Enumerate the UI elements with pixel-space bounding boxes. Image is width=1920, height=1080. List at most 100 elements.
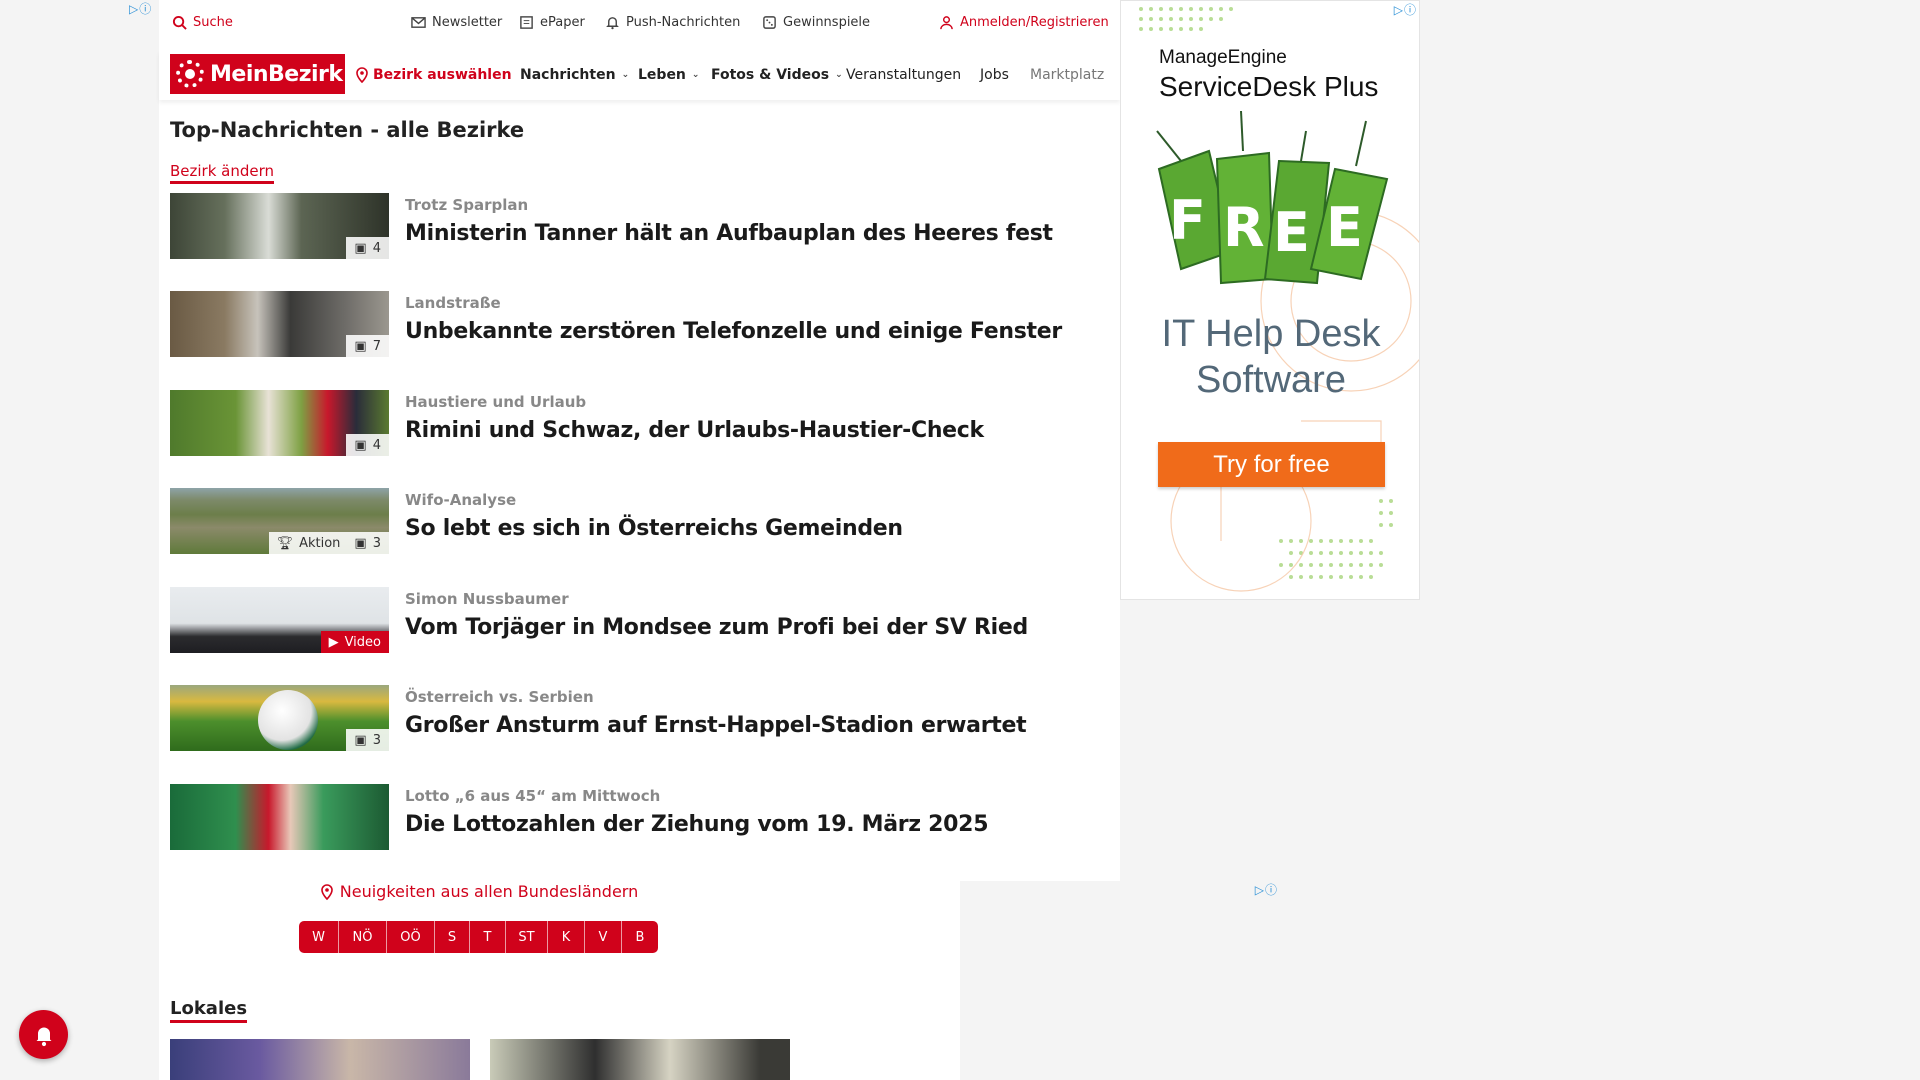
play-icon: ▶ (328, 634, 339, 650)
search-label: Suche (193, 15, 233, 30)
article-kicker: Trotz Sparplan (405, 196, 529, 214)
svg-text:E: E (1273, 201, 1310, 264)
notification-bell-button[interactable] (19, 1010, 68, 1059)
bundeslaender-link[interactable]: Neuigkeiten aus allen Bundesländern (159, 882, 799, 901)
advertisement-skyscraper[interactable]: ▷ⓘ FREE ManageEngine ServiceDesk Plus IT… (1120, 0, 1420, 600)
bundesland-button-v[interactable]: V (585, 921, 622, 953)
article-title[interactable]: Ministerin Tanner hält an Aufbauplan des… (405, 221, 1053, 246)
article-item[interactable]: ▣ 3 Österreich vs. Serbien Großer Ansturm… (170, 685, 1070, 751)
utility-bar: Suche Newsletter ePaper Push-Nachrichten… (159, 0, 1120, 46)
gallery-count: 4 (372, 240, 381, 256)
lokales-card-image[interactable] (490, 1039, 790, 1080)
bundesland-button-ooe[interactable]: OÖ (387, 921, 435, 953)
article-thumbnail[interactable]: ▣ 4 (170, 193, 389, 259)
bundesland-button-w[interactable]: W (299, 921, 339, 953)
chevron-down-icon: ⌄ (835, 70, 843, 80)
gewinnspiele-label: Gewinnspiele (783, 15, 871, 30)
article-kicker: Österreich vs. Serbien (405, 688, 594, 706)
article-thumbnail[interactable]: 🏆︎ Aktion ▣ 3 (170, 488, 389, 554)
gallery-count-badge: ▣ 4 (346, 237, 389, 259)
article-thumbnail[interactable] (170, 784, 389, 850)
nav-nachrichten[interactable]: Nachrichten ⌄ (520, 67, 629, 83)
page-title: Top-Nachrichten - alle Bezirke (170, 118, 525, 142)
ad-slot-empty: ▷ⓘ (960, 881, 1280, 1080)
search-link[interactable]: Suche (172, 15, 233, 30)
article-kicker: Landstraße (405, 294, 501, 312)
nav-marktplatz-label: Marktplatz (1030, 67, 1105, 83)
epaper-label: ePaper (540, 15, 585, 30)
location-pin-icon (320, 883, 333, 900)
bundesland-button-noe[interactable]: NÖ (339, 921, 387, 953)
article-title[interactable]: Die Lottozahlen der Ziehung vom 19. März… (405, 812, 989, 837)
newspaper-icon (520, 16, 533, 29)
gewinnspiele-link[interactable]: Gewinnspiele (762, 15, 870, 30)
nav-jobs[interactable]: Jobs (980, 67, 1009, 83)
epaper-link[interactable]: ePaper (519, 15, 585, 30)
article-kicker: Simon Nussbaumer (405, 590, 569, 608)
article-title[interactable]: Unbekannte zerstören Telefonzelle und ei… (405, 319, 1062, 344)
nav-leben[interactable]: Leben ⌄ (638, 67, 699, 83)
lokales-heading: Lokales (170, 998, 248, 1023)
gallery-count-badge: ▣ 4 (346, 434, 389, 456)
article-title[interactable]: Vom Torjäger in Mondsee zum Profi bei de… (405, 615, 1028, 640)
nav-fotos-videos[interactable]: Fotos & Videos ⌄ (711, 67, 843, 83)
push-label: Push-Nachrichten (626, 15, 741, 30)
football-graphic (258, 690, 318, 750)
gallery-count: 3 (372, 535, 381, 551)
bundesland-button-s[interactable]: S (435, 921, 470, 953)
lokales-card-image[interactable] (170, 1039, 470, 1080)
gallery-count-badge: ▣ 7 (346, 335, 389, 357)
article-title[interactable]: So lebt es sich in Österreichs Gemeinden (405, 516, 903, 541)
nav-veranstaltungen-label: Veranstaltungen (846, 67, 962, 83)
bundesland-button-b[interactable]: B (622, 921, 658, 953)
nav-marktplatz[interactable]: Marktplatz (1030, 67, 1104, 83)
article-item[interactable]: ▣ 4 Haustiere und Urlaub Rimini und Schwa… (170, 390, 1070, 456)
article-kicker: Wifo-Analyse (405, 491, 517, 509)
adchoices-icon[interactable]: ▷ⓘ (1255, 881, 1278, 898)
article-item[interactable]: Lotto „6 aus 45“ am Mittwoch Die Lottoza… (170, 784, 1070, 850)
login-label: Anmelden/Registrieren (960, 15, 1109, 30)
mail-icon (411, 17, 426, 28)
chevron-down-icon: ⌄ (621, 70, 630, 80)
article-thumbnail[interactable]: ▣ 7 (170, 291, 389, 357)
gallery-icon: ▣ (354, 732, 367, 748)
ad-headline-line1: IT Help Desk (1161, 313, 1381, 355)
nav-bezirk-label: Bezirk auswählen (373, 67, 512, 83)
adchoices-icon[interactable]: ▷ⓘ (129, 0, 152, 17)
article-title[interactable]: Rimini und Schwaz, der Urlaubs-Haustier-… (405, 418, 984, 443)
article-thumbnail[interactable]: ▶ Video (170, 587, 389, 653)
ad-cta-button[interactable]: Try for free (1158, 442, 1385, 487)
ad-headline: IT Help Desk Software (1121, 311, 1419, 403)
article-thumbnail[interactable]: ▣ 4 (170, 390, 389, 456)
video-label: Video (344, 634, 381, 650)
nav-jobs-label: Jobs (980, 67, 1009, 83)
ad-brand-manageengine: ManageEngine (1159, 47, 1287, 68)
gallery-icon: ▣ (354, 535, 367, 551)
bezirk-change-link[interactable]: Bezirk ändern (170, 162, 275, 184)
dice-icon (763, 16, 776, 29)
logo-text: MeinBezirk (210, 61, 343, 87)
bundeslaender-title: Neuigkeiten aus allen Bundesländern (339, 882, 639, 901)
article-item[interactable]: ▣ 7 Landstraße Unbekannte zerstören Telef… (170, 291, 1070, 357)
search-icon (172, 15, 187, 30)
gallery-icon: ▣ (354, 240, 367, 256)
nav-veranstaltungen[interactable]: Veranstaltungen (846, 67, 961, 83)
article-item[interactable]: ▶ Video Simon Nussbaumer Vom Torjäger in … (170, 587, 1070, 653)
nav-bezirk-select[interactable]: Bezirk auswählen (355, 67, 512, 83)
bundesland-button-st[interactable]: ST (506, 921, 548, 953)
push-link[interactable]: Push-Nachrichten (605, 15, 740, 30)
article-kicker: Lotto „6 aus 45“ am Mittwoch (405, 787, 661, 805)
bundesland-button-t[interactable]: T (470, 921, 506, 953)
logo-sun-icon (176, 60, 204, 88)
login-link[interactable]: Anmelden/Registrieren (939, 15, 1109, 30)
newsletter-link[interactable]: Newsletter (411, 15, 502, 30)
article-item[interactable]: 🏆︎ Aktion ▣ 3 Wifo-Analyse So lebt es sich… (170, 488, 1070, 554)
article-item[interactable]: ▣ 4 Trotz Sparplan Ministerin Tanner hält… (170, 193, 1070, 259)
nav-fotos-label: Fotos & Videos (711, 67, 830, 83)
site-logo[interactable]: MeinBezirk (170, 54, 345, 94)
article-title[interactable]: Großer Ansturm auf Ernst-Happel-Stadion … (405, 713, 1027, 738)
ad-brand-servicedesk: ServiceDesk Plus (1159, 71, 1379, 102)
bundesland-button-k[interactable]: K (548, 921, 585, 953)
nav-leben-label: Leben (638, 67, 686, 83)
article-thumbnail[interactable]: ▣ 3 (170, 685, 389, 751)
